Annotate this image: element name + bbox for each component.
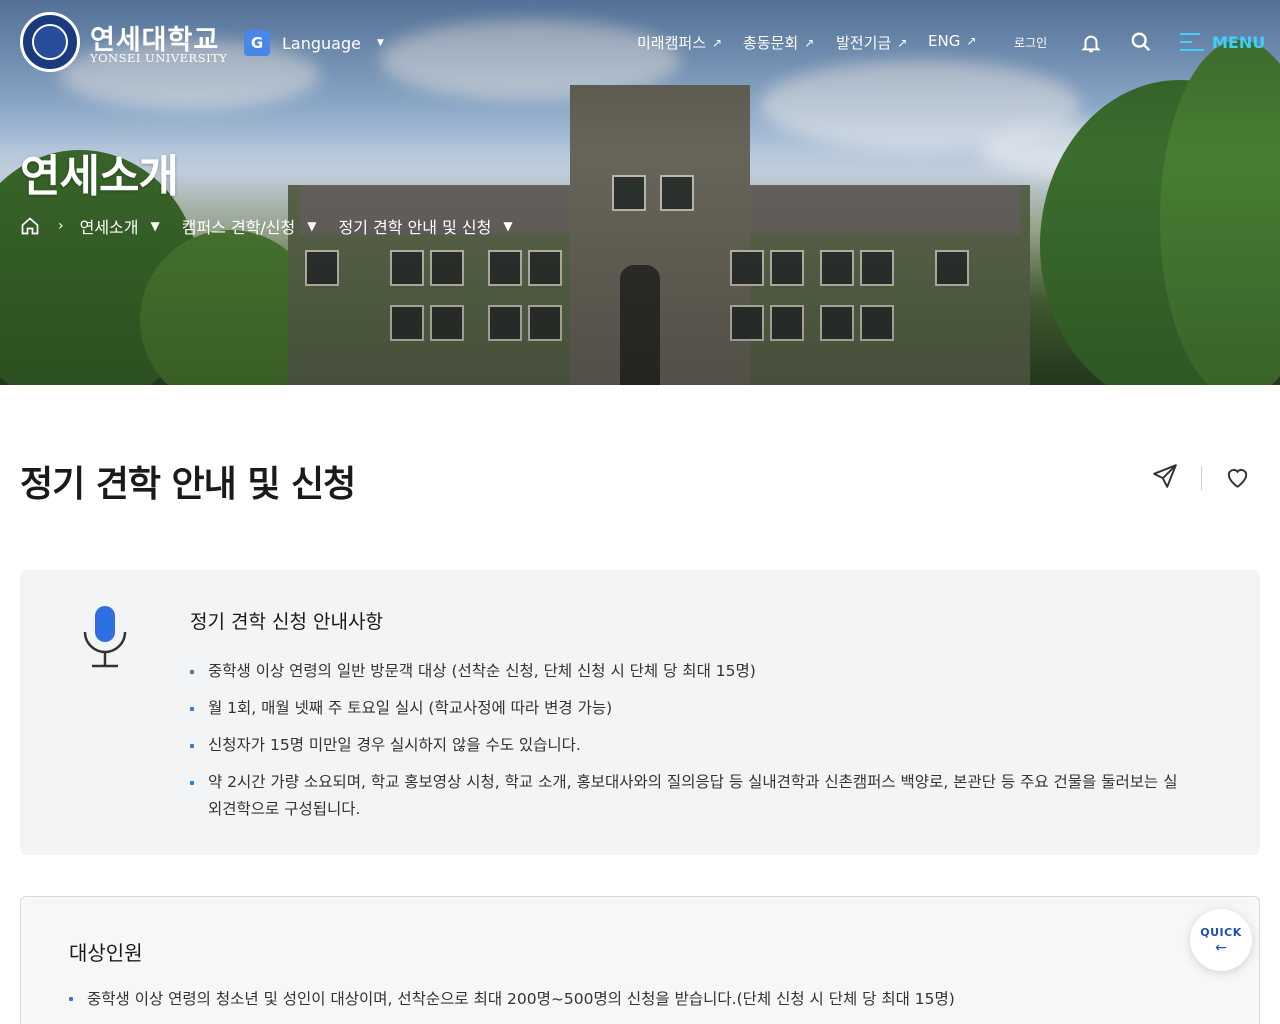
- breadcrumb: › 연세소개 ▼ 캠퍼스 견학/신청 ▼ 정기 견학 안내 및 신청 ▼: [20, 214, 535, 238]
- microphone-icon: [83, 606, 127, 668]
- breadcrumb-item-campus-tour[interactable]: 캠퍼스 견학/신청 ▼: [182, 214, 317, 238]
- chevron-down-icon: ▼: [307, 219, 317, 233]
- external-arrow-icon: ↗: [712, 35, 723, 50]
- nav-link-eng[interactable]: ENG ↗: [928, 32, 976, 50]
- nav-link-alumni[interactable]: 총동문회 ↗: [743, 32, 814, 53]
- page-title: 정기 견학 안내 및 신청: [20, 464, 356, 505]
- list-item: 약 2시간 가량 소요되며, 학교 홍보영상 시청, 학교 소개, 홍보대사와의…: [190, 769, 1190, 823]
- target-text: 중학생 이상 연령의 청소년 및 성인이 대상이며, 선착순으로 최대 200명…: [69, 987, 955, 1009]
- list-item: 월 1회, 매월 넷째 주 토요일 실시 (학교사정에 따라 변경 가능): [190, 695, 1190, 722]
- breadcrumb-item-about[interactable]: 연세소개 ▼: [80, 214, 160, 238]
- heart-icon[interactable]: [1224, 464, 1251, 490]
- site-header: 연세대학교 YONSEI UNIVERSITY G Language ▼ 미래캠…: [0, 0, 1280, 86]
- breadcrumb-item-regular-tour[interactable]: 정기 견학 안내 및 신청 ▼: [339, 214, 513, 238]
- divider: [1201, 466, 1202, 490]
- target-title: 대상인원: [69, 941, 143, 965]
- chevron-down-icon: ▼: [503, 219, 513, 233]
- notice-list: 중학생 이상 연령의 일반 방문객 대상 (선착순 신청, 단체 신청 시 단체…: [190, 658, 1190, 833]
- list-item: 신청자가 15명 미만일 경우 실시하지 않을 수도 있습니다.: [190, 732, 1190, 759]
- chevron-down-icon: ▼: [150, 219, 160, 233]
- hero-title: 연세소개: [20, 151, 179, 202]
- home-icon[interactable]: [20, 216, 40, 236]
- list-item: 중학생 이상 연령의 일반 방문객 대상 (선착순 신청, 단체 신청 시 단체…: [190, 658, 1190, 685]
- search-icon[interactable]: [1130, 31, 1152, 53]
- menu-button[interactable]: MENU: [1180, 32, 1265, 52]
- external-arrow-icon: ↗: [804, 35, 815, 50]
- quick-menu-button[interactable]: QUICK ←: [1190, 909, 1252, 971]
- login-link[interactable]: 로그인: [1014, 34, 1047, 51]
- arrow-left-icon: ←: [1215, 939, 1227, 956]
- share-icon[interactable]: [1152, 463, 1178, 489]
- external-arrow-icon: ↗: [966, 34, 977, 48]
- hamburger-icon: [1180, 32, 1204, 52]
- nav-link-future-campus[interactable]: 미래캠퍼스 ↗: [637, 32, 722, 53]
- notice-title: 정기 견학 신청 안내사항: [190, 611, 383, 633]
- bell-icon[interactable]: [1080, 32, 1102, 54]
- notice-box: 정기 견학 신청 안내사항 중학생 이상 연령의 일반 방문객 대상 (선착순 …: [20, 570, 1260, 855]
- chevron-right-icon: ›: [58, 218, 64, 234]
- nav-link-fund[interactable]: 발전기금 ↗: [836, 32, 907, 53]
- quick-label: QUICK: [1200, 925, 1242, 939]
- menu-label: MENU: [1212, 32, 1266, 52]
- external-arrow-icon: ↗: [897, 35, 908, 50]
- target-section: 대상인원 중학생 이상 연령의 청소년 및 성인이 대상이며, 선착순으로 최대…: [20, 896, 1260, 1024]
